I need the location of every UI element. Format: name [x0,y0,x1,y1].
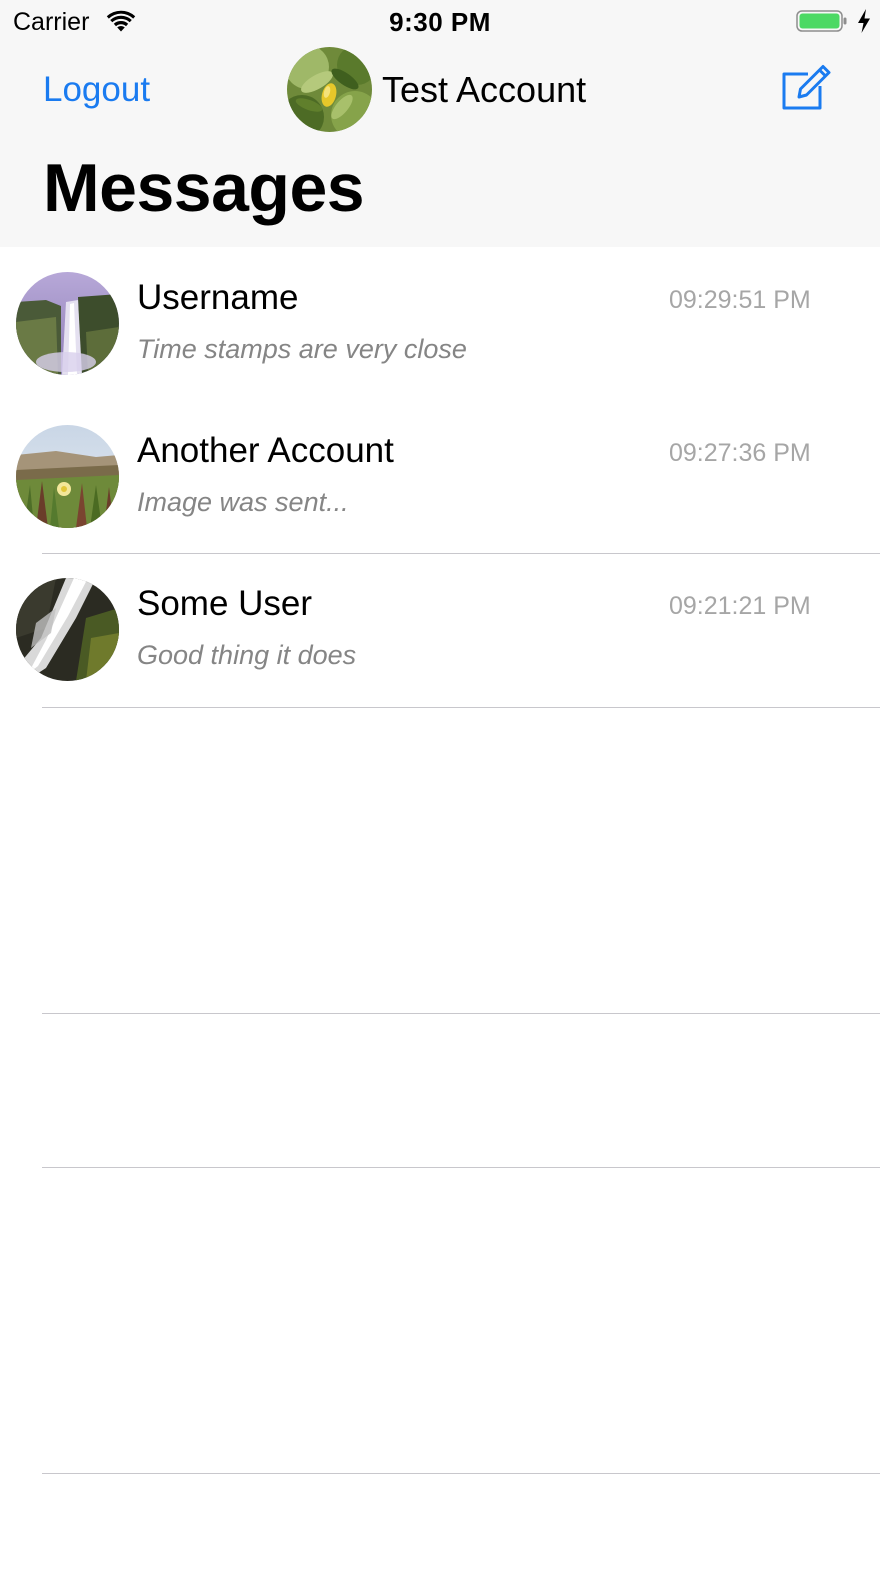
logout-button[interactable]: Logout [43,68,150,112]
row-separator [42,553,880,554]
message-preview: Good thing it does [137,640,357,670]
row-separator [42,1167,880,1168]
contact-avatar [16,272,119,375]
message-timestamp: 09:29:51 PM [669,286,811,314]
message-timestamp: 09:27:36 PM [669,439,811,467]
page-title: Messages [43,150,365,226]
contact-name: Username [137,278,299,317]
messages-screen: Carrier 9:30 PM Logout Test Account Mess… [0,0,894,1591]
contact-name: Some User [137,584,313,623]
contact-avatar [16,425,119,528]
message-timestamp: 09:21:21 PM [669,592,811,620]
conversation-list: Username 09:29:51 PM Time stamps are ver… [0,247,894,706]
conversation-row[interactable]: Another Account 09:27:36 PM Image was se… [0,400,894,553]
navigation-header: Carrier 9:30 PM Logout Test Account Mess… [0,0,880,247]
conversation-row[interactable]: Username 09:29:51 PM Time stamps are ver… [0,247,894,400]
row-separator [42,1013,880,1014]
message-preview: Image was sent... [137,487,349,517]
account-name: Test Account [382,69,587,110]
contact-avatar [16,578,119,681]
contact-name: Another Account [137,431,394,470]
charging-bolt-icon [858,9,870,33]
account-avatar[interactable] [287,47,372,132]
status-time: 9:30 PM [389,7,491,37]
row-separator [42,707,880,708]
message-preview: Time stamps are very close [137,334,467,364]
conversation-row[interactable]: Some User 09:21:21 PM Good thing it does [0,553,894,706]
status-bar: Carrier 9:30 PM [0,0,880,44]
row-separator [42,1473,880,1474]
compose-icon[interactable] [778,60,834,114]
battery-icon [796,10,847,32]
